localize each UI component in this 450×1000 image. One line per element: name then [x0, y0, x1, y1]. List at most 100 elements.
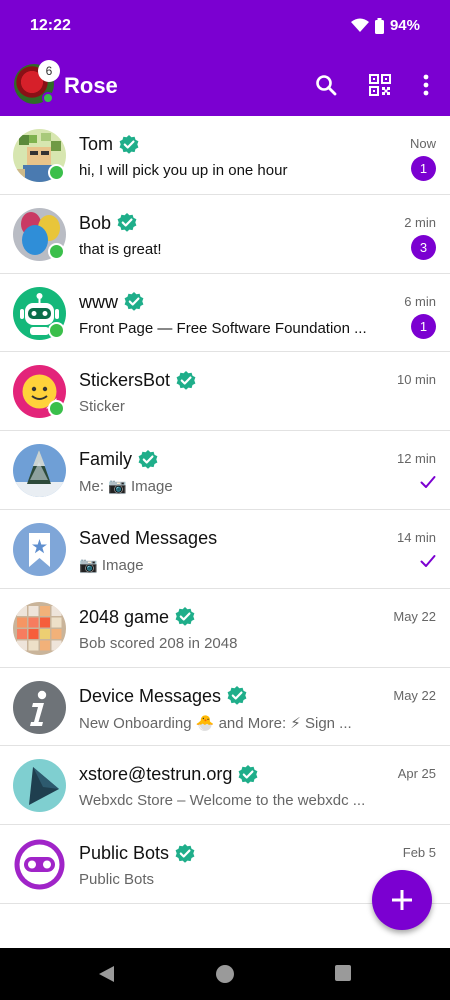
chat-name: Public Bots: [79, 843, 195, 864]
chat-avatar: [13, 759, 66, 813]
webxdc-store-icon: [13, 759, 66, 813]
verified-icon: [119, 134, 139, 154]
chat-preview: Bob scored 208 in 2048: [79, 634, 238, 652]
chat-time: Apr 25: [397, 766, 436, 782]
online-status-dot: [48, 164, 65, 181]
chat-row-tom[interactable]: Tom hi, I will pick you up in one hour N…: [0, 116, 450, 195]
home-icon[interactable]: [215, 964, 235, 984]
chat-time: Now: [409, 136, 436, 151]
chat-preview: Front Page — Free Software Foundation ..…: [79, 319, 367, 337]
chat-name-text: Saved Messages: [79, 527, 218, 548]
chat-row-www[interactable]: www Front Page — Free Software Foundatio…: [0, 274, 450, 353]
system-navigation-bar: [0, 948, 450, 1000]
chat-preview: Sticker: [79, 398, 125, 416]
chat-time: 10 min: [396, 372, 436, 388]
chat-name-text: Public Bots: [79, 843, 170, 864]
chat-row-bob[interactable]: Bob that is great! 2 min 3: [0, 195, 450, 274]
battery-icon: [374, 17, 384, 34]
unread-badge: 1: [411, 313, 436, 339]
verified-icon: [175, 607, 195, 627]
wifi-icon: [350, 18, 369, 32]
chat-time: May 22: [393, 687, 436, 703]
unread-badge: 1: [411, 156, 436, 181]
chat-preview: Public Bots: [79, 871, 155, 889]
status-time: 12:22: [30, 17, 71, 34]
chat-name-text: 2048 game: [79, 606, 170, 627]
chat-name: Device Messages: [79, 686, 247, 707]
account-online-dot: [42, 92, 54, 104]
chat-preview: Me: 📷 Image: [79, 478, 173, 496]
verified-icon: [176, 370, 196, 390]
chat-row-xstore[interactable]: xstore@testrun.org Webxdc Store – Welcom…: [0, 746, 450, 826]
chat-name: Tom: [79, 134, 139, 155]
account-count-badge: 6: [38, 60, 60, 82]
status-icons: 94%: [350, 17, 420, 34]
chat-name-text: Device Messages: [79, 685, 222, 706]
chat-preview: 📷 Image: [79, 556, 144, 574]
bookmark-icon: [13, 522, 66, 576]
overflow-menu-button[interactable]: [412, 71, 440, 99]
chat-name: Saved Messages: [79, 528, 217, 549]
chat-preview: that is great!: [79, 240, 162, 258]
chat-name-text: StickersBot: [79, 370, 171, 391]
verified-icon: [238, 764, 258, 784]
verified-icon: [117, 213, 137, 233]
chat-list: Tom hi, I will pick you up in one hour N…: [0, 116, 450, 904]
chat-name: Bob: [79, 213, 137, 234]
chat-row-saved-messages[interactable]: Saved Messages 📷 Image 14 min: [0, 510, 450, 589]
chat-avatar: [13, 680, 66, 734]
chat-name-text: Bob: [79, 212, 112, 233]
chat-name: Family: [79, 449, 158, 470]
more-vert-icon: [423, 74, 429, 96]
new-chat-button[interactable]: [372, 870, 432, 930]
online-status-dot: [48, 242, 65, 260]
chat-name: StickersBot: [79, 370, 196, 391]
app-bar: 6 Rose: [0, 54, 450, 116]
search-icon: [316, 75, 337, 96]
chat-name-text: Tom: [79, 134, 114, 154]
chat-row-stickersbot[interactable]: StickersBot Sticker 10 min: [0, 352, 450, 432]
chat-time: 2 min: [404, 214, 436, 230]
online-status-dot: [48, 400, 65, 418]
chat-avatar: [13, 838, 66, 892]
recents-icon[interactable]: [334, 964, 352, 982]
chat-row-family[interactable]: Family Me: 📷 Image 12 min: [0, 431, 450, 510]
verified-icon: [227, 686, 247, 705]
chat-row-device-messages[interactable]: Device Messages New Onboarding 🐣 and Mor…: [0, 668, 450, 747]
chat-preview: New Onboarding 🐣 and More: ⚡ Sign ...: [79, 714, 352, 732]
status-bar: 12:22 94%: [0, 0, 450, 54]
battery-percent: 94%: [389, 17, 420, 34]
verified-icon: [175, 843, 195, 863]
search-button[interactable]: [312, 71, 340, 99]
chat-time: 14 min: [396, 529, 436, 545]
chat-preview: Webxdc Store – Welcome to the webxdc ...: [79, 792, 366, 810]
chat-time: 6 min: [404, 293, 436, 309]
chat-time: 12 min: [396, 451, 436, 467]
bot-icon: [13, 838, 66, 892]
chat-name: www: [79, 292, 144, 313]
online-status-dot: [48, 321, 65, 339]
chat-avatar: [13, 522, 66, 576]
qr-code-button[interactable]: [366, 71, 394, 99]
verified-icon: [124, 292, 144, 311]
chat-name-text: xstore@testrun.org: [79, 764, 233, 785]
delivered-check-icon: [420, 554, 436, 567]
qr-code-icon: [369, 74, 391, 96]
chat-time: May 22: [393, 608, 436, 624]
delivered-check-icon: [420, 476, 436, 489]
back-icon[interactable]: [96, 964, 116, 984]
chat-row-2048-game[interactable]: 2048 game Bob scored 208 in 2048 May 22: [0, 589, 450, 668]
chat-preview: hi, I will pick you up in one hour: [79, 162, 288, 179]
page-title: Rose: [64, 73, 118, 98]
unread-badge: 3: [411, 234, 436, 260]
verified-icon: [138, 449, 158, 469]
chat-name: xstore@testrun.org: [79, 764, 258, 785]
chat-time: Feb 5: [402, 845, 436, 861]
account-switcher[interactable]: 6: [14, 60, 60, 104]
plus-icon: [392, 890, 412, 910]
game-grid-icon: [13, 601, 66, 655]
chat-avatar: [13, 444, 66, 498]
chat-name-text: www: [79, 291, 118, 312]
chat-name-text: Family: [79, 449, 132, 470]
info-icon: [13, 680, 66, 734]
